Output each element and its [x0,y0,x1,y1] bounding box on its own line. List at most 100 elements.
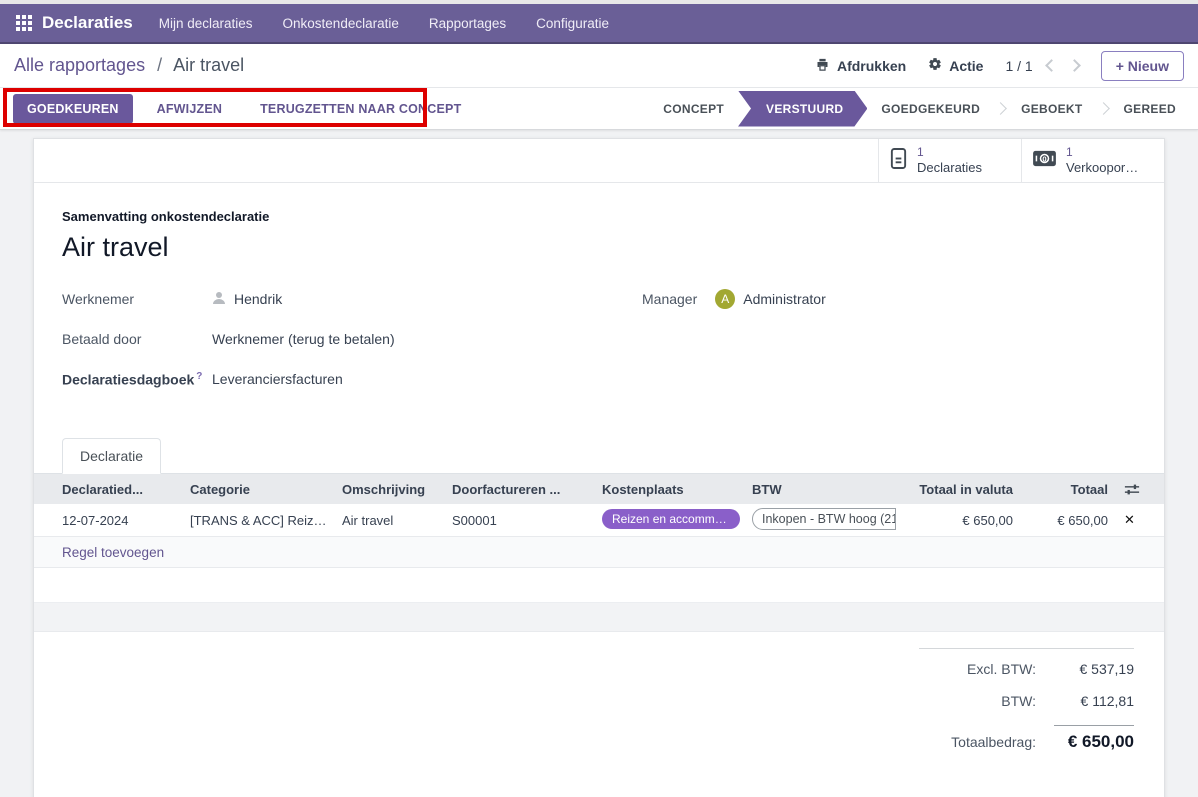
manager-value: Administrator [743,291,825,307]
werknemer-field[interactable]: Hendrik [212,291,282,308]
document-icon [889,147,908,175]
gear-icon [928,57,942,74]
pager-counter: 1 / 1 [1005,58,1032,74]
btw-value: € 112,81 [1054,693,1134,709]
menu-rapportages[interactable]: Rapportages [429,16,506,31]
control-panel: Alle rapportages / Air travel Afdrukken [0,44,1198,130]
cell-btw: Inkopen - BTW hoog (21% [746,508,902,533]
col-header-btw[interactable]: BTW [746,482,902,497]
excl-btw-value: € 537,19 [1054,661,1134,677]
empty-table-row [34,568,1164,603]
approve-button[interactable]: GOEDKEUREN [13,94,133,124]
add-line-row: Regel toevoegen [34,537,1164,568]
record-action-buttons: GOEDKEUREN AFWIJZEN TERUGZETTEN NAAR CON… [0,94,475,124]
betaald-door-value: Werknemer (terug te betalen) [212,331,395,347]
refuse-button[interactable]: AFWIJZEN [143,94,237,124]
status-step-goedgekeurd[interactable]: GOEDGEKEURD [867,91,994,127]
menu-configuratie[interactable]: Configuratie [536,16,609,31]
status-step-concept[interactable]: CONCEPT [649,91,738,127]
person-icon [212,291,226,308]
action-menu-button[interactable]: Actie [928,57,983,74]
col-header-omschrijving[interactable]: Omschrijving [336,482,446,497]
status-step-geboekt[interactable]: GEBOEKT [1007,91,1096,127]
help-icon[interactable]: ? [196,371,202,382]
app-title[interactable]: Declaraties [42,13,133,33]
status-separator-icon [994,102,1007,115]
optional-columns-icon[interactable] [1114,483,1164,496]
smart-button-verkooporders[interactable]: 0 1 Verkoopor… [1021,139,1164,182]
excl-btw-label: Excl. BTW: [967,661,1036,677]
record-title[interactable]: Air travel [62,232,1136,263]
breadcrumb-current: Air travel [173,55,244,75]
breadcrumb-parent-link[interactable]: Alle rapportages [14,55,145,75]
status-separator-icon [1097,102,1110,115]
status-step-gereed[interactable]: GEREED [1110,91,1190,127]
col-header-totaal-valuta[interactable]: Totaal in valuta [902,482,1019,497]
smart-button-declaraties[interactable]: 1 Declaraties [878,139,1021,182]
sheet-bottom-spacer [34,760,1164,797]
manager-avatar: A [715,289,735,309]
top-navbar: Declaraties Mijn declaraties Onkostendec… [0,4,1198,44]
apps-grid-icon[interactable] [16,15,32,31]
reset-to-draft-button[interactable]: TERUGZETTEN NAAR CONCEPT [246,94,475,124]
totaalbedrag-label: Totaalbedrag: [951,734,1036,750]
action-label: Actie [949,58,983,74]
printer-icon [815,57,830,75]
declaraties-label: Declaraties [917,160,982,176]
col-header-categorie[interactable]: Categorie [184,482,336,497]
col-header-declaratiedatum[interactable]: Declaratied... [34,482,184,497]
totaalbedrag-value: € 650,00 [1054,725,1134,752]
expense-lines-table: Declaratied... Categorie Omschrijving Do… [34,474,1164,632]
btw-tag[interactable]: Inkopen - BTW hoog (21% [752,508,896,530]
manager-label: Manager [642,291,697,307]
banknote-icon: 0 [1032,149,1057,173]
declaraties-count: 1 [917,145,982,160]
werknemer-value: Hendrik [234,291,282,307]
cell-totaal-valuta[interactable]: € 650,00 [902,513,1019,528]
dagboek-field[interactable]: Leveranciersfacturen [212,371,343,387]
control-panel-actions: Afdrukken Actie 1 / 1 + Nieuw [815,51,1184,81]
cell-categorie[interactable]: [TRANS & ACC] Reize… [184,513,336,528]
kostenplaats-badge[interactable]: Reizen en accommod… [602,509,740,529]
tab-declaratie[interactable]: Declaratie [62,438,161,474]
notebook-tabs: Declaratie [34,437,1164,474]
col-header-doorfactureren[interactable]: Doorfactureren ... [446,482,596,497]
dagboek-value: Leveranciersfacturen [212,371,343,387]
verkooporders-count: 1 [1066,145,1138,160]
breadcrumb: Alle rapportages / Air travel [14,55,244,76]
cell-omschrijving[interactable]: Air travel [336,513,446,528]
app-window: Declaraties Mijn declaraties Onkostendec… [0,0,1198,797]
cell-totaal[interactable]: € 650,00 [1019,513,1114,528]
pager: 1 / 1 [1005,58,1078,74]
menu-mijn-declaraties[interactable]: Mijn declaraties [159,16,253,31]
summary-field-label: Samenvatting onkostendeclaratie [62,209,1136,224]
status-step-verstuurd: VERSTUURD [738,91,867,127]
print-button[interactable]: Afdrukken [815,57,906,75]
pager-prev-icon[interactable] [1045,59,1058,72]
col-header-totaal[interactable]: Totaal [1019,482,1114,497]
expense-line-row[interactable]: 12-07-2024 [TRANS & ACC] Reize… Air trav… [34,504,1164,537]
col-header-kostenplaats[interactable]: Kostenplaats [596,482,746,497]
statusbar: CONCEPT VERSTUURD GOEDGEKEURD GEBOEKT GE… [649,88,1198,129]
table-header-row: Declaratied... Categorie Omschrijving Do… [34,474,1164,504]
breadcrumb-separator: / [157,55,162,75]
betaald-door-field[interactable]: Werknemer (terug te betalen) [212,331,395,347]
pager-next-icon[interactable] [1068,59,1081,72]
betaald-door-label: Betaald door [62,331,212,347]
delete-row-icon[interactable]: ✕ [1124,512,1135,528]
cell-declaratiedatum[interactable]: 12-07-2024 [34,513,184,528]
print-label: Afdrukken [837,58,906,74]
werknemer-label: Werknemer [62,291,212,307]
form-sheet: 1 Declaraties 0 [33,138,1165,797]
cell-doorfactureren[interactable]: S00001 [446,513,596,528]
empty-table-row [34,603,1164,632]
totals-block: Excl. BTW: € 537,19 BTW: € 112,81 Totaal… [919,648,1134,760]
new-record-button[interactable]: + Nieuw [1101,51,1184,81]
form-fields-area: Samenvatting onkostendeclaratie Air trav… [34,183,1164,409]
manager-field[interactable]: A Administrator [715,289,825,309]
cell-kostenplaats: Reizen en accommod… [596,509,746,532]
svg-text:0: 0 [1042,154,1046,163]
add-line-link[interactable]: Regel toevoegen [34,545,164,560]
menu-onkostendeclaratie[interactable]: Onkostendeclaratie [283,16,399,31]
verkooporders-label: Verkoopor… [1066,160,1138,176]
